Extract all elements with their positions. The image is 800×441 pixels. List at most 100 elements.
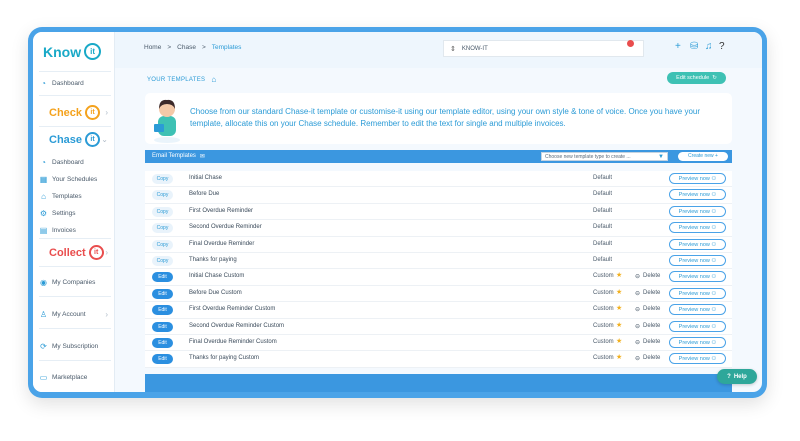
copy-button[interactable]: Copy (152, 190, 173, 201)
sidebar-item-my-subscription[interactable]: ⟳ My Subscription (39, 342, 98, 351)
sidebar-item-label: Settings (52, 210, 76, 217)
help-button[interactable]: ? Help (717, 369, 757, 384)
checkit-section[interactable]: Check it (49, 105, 101, 120)
delete-icon: ⊖ (635, 323, 641, 330)
preview-label: Preview now (678, 307, 710, 314)
copy-button[interactable]: Copy (152, 206, 173, 217)
edit-button[interactable]: Edit (152, 305, 173, 316)
dashboard-icon: ◔ (41, 79, 46, 88)
delete-button[interactable]: ⊖ Delete (635, 355, 660, 362)
calendar-icon: ▦ (39, 175, 48, 184)
sort-arrows-icon: ⇕ (450, 45, 456, 53)
bell-icon[interactable]: ♫ (705, 42, 713, 52)
preview-now-button[interactable]: Preview now ⚇ (669, 238, 726, 250)
help-circle-icon[interactable]: ? (719, 42, 725, 52)
breadcrumb-home[interactable]: Home (144, 44, 161, 51)
create-new-button[interactable]: Create new + (678, 152, 728, 161)
preview-now-button[interactable]: Preview now ⚇ (669, 336, 726, 348)
section-title: YOUR TEMPLATES (147, 76, 206, 83)
delete-button[interactable]: ⊖ Delete (635, 306, 660, 313)
preview-label: Preview now (678, 290, 710, 297)
copy-button[interactable]: Copy (152, 255, 173, 266)
copy-button[interactable]: Copy (152, 174, 173, 184)
sidebar-item-label: Dashboard (52, 80, 84, 87)
delete-button[interactable]: ⊖ Delete (635, 273, 660, 280)
sidebar-item-my-companies[interactable]: ◉ My Companies (39, 278, 95, 287)
caret-down-icon: ▼ (658, 154, 664, 160)
edit-schedule-button[interactable]: Edit schedule ↻ (667, 72, 726, 84)
company-selector[interactable]: ⇕ KNOW-IT (443, 40, 644, 57)
template-kind: Default (593, 207, 613, 214)
sidebar-item-label: Dashboard (52, 159, 84, 166)
edit-button[interactable]: Edit (152, 337, 173, 348)
template-kind: Custom (593, 273, 614, 280)
preview-label: Preview now (678, 274, 710, 281)
divider (39, 238, 111, 239)
preview-now-button[interactable]: Preview now ⚇ (669, 205, 726, 217)
copy-button[interactable]: Copy (152, 239, 173, 250)
divider (39, 71, 111, 72)
star-icon[interactable]: ★ (616, 304, 622, 312)
edit-button[interactable]: Edit (152, 321, 173, 332)
sms-templates-header (145, 374, 732, 392)
sidebar-item-invoices[interactable]: ▤ Invoices (39, 226, 76, 235)
sidebar-item-templates[interactable]: ⌂ Templates (39, 192, 82, 201)
template-kind: Custom (593, 355, 614, 362)
template-name: Before Due Custom (189, 289, 242, 296)
breadcrumb-chase[interactable]: Chase (177, 44, 196, 51)
knowit-logo[interactable]: Know it (43, 43, 102, 60)
preview-now-button[interactable]: Preview now ⚇ (669, 304, 726, 316)
store-icon: ▭ (39, 373, 48, 382)
preview-now-button[interactable]: Preview now ⚇ (669, 173, 726, 184)
preview-label: Preview now (678, 208, 710, 215)
sync-icon[interactable]: ⛁ (690, 42, 698, 52)
divider (39, 296, 111, 297)
chevron-down-icon[interactable]: ⌄ (101, 135, 108, 144)
delete-button[interactable]: ⊖ Delete (635, 290, 660, 297)
preview-now-button[interactable]: Preview now ⚇ (669, 254, 726, 266)
sidebar-item-settings[interactable]: ⚙ Settings (39, 209, 76, 218)
star-icon[interactable]: ★ (616, 271, 622, 279)
star-icon[interactable]: ★ (616, 337, 622, 345)
sidebar-item-marketplace[interactable]: ▭ Marketplace (39, 373, 88, 382)
sidebar-item-dashboard[interactable]: ◔ Dashboard (39, 158, 84, 167)
delete-icon: ⊖ (635, 307, 641, 314)
preview-now-button[interactable]: Preview now ⚇ (669, 287, 726, 299)
breadcrumb: Home > Chase > Templates (144, 44, 241, 51)
sidebar-item-label: Templates (52, 193, 82, 200)
delete-button[interactable]: ⊖ Delete (635, 339, 660, 346)
template-name: Final Overdue Reminder Custom (189, 338, 277, 345)
divider (39, 95, 111, 96)
preview-now-button[interactable]: Preview now ⚇ (669, 271, 726, 283)
chevron-right-icon[interactable]: › (105, 310, 108, 319)
template-type-select[interactable]: Choose new template type to create ... ▼ (541, 152, 668, 161)
edit-button[interactable]: Edit (152, 288, 173, 299)
delete-label: Delete (643, 338, 661, 345)
chaseit-section[interactable]: Chase it (49, 132, 101, 147)
preview-now-button[interactable]: Preview now ⚇ (669, 189, 726, 201)
table-row: Edit First Overdue Reminder Custom Custom ★… (145, 302, 732, 319)
delete-button[interactable]: ⊖ Delete (635, 323, 660, 330)
star-icon[interactable]: ★ (616, 288, 622, 296)
add-icon[interactable]: + (675, 42, 681, 52)
chevron-right-icon[interactable]: › (105, 248, 108, 257)
chevron-right-icon[interactable]: › (105, 108, 108, 117)
sidebar-item-label: Your Schedules (52, 176, 98, 183)
sidebar-item-my-account[interactable]: ♙ My Account (39, 310, 86, 319)
sidebar-item-dashboard-top[interactable]: ◔ Dashboard (39, 79, 84, 88)
sidebar-item-your-schedules[interactable]: ▦ Your Schedules (39, 175, 98, 184)
preview-now-button[interactable]: Preview now ⚇ (669, 353, 726, 365)
star-icon[interactable]: ★ (616, 321, 622, 329)
table-row: Edit Thanks for paying Custom Custom ★ ⊖ Del… (145, 351, 732, 368)
preview-now-button[interactable]: Preview now ⚇ (669, 222, 726, 234)
preview-now-button[interactable]: Preview now ⚇ (669, 320, 726, 332)
edit-button[interactable]: Edit (152, 354, 173, 365)
subscription-icon: ⟳ (40, 342, 47, 351)
edit-button[interactable]: Edit (152, 272, 173, 283)
logo-word: Know (43, 43, 82, 60)
collectit-section[interactable]: Collect it (49, 245, 104, 260)
assistant-avatar-icon (154, 99, 180, 143)
star-icon[interactable]: ★ (616, 353, 622, 361)
breadcrumb-current: Templates (211, 44, 242, 51)
copy-button[interactable]: Copy (152, 223, 173, 234)
